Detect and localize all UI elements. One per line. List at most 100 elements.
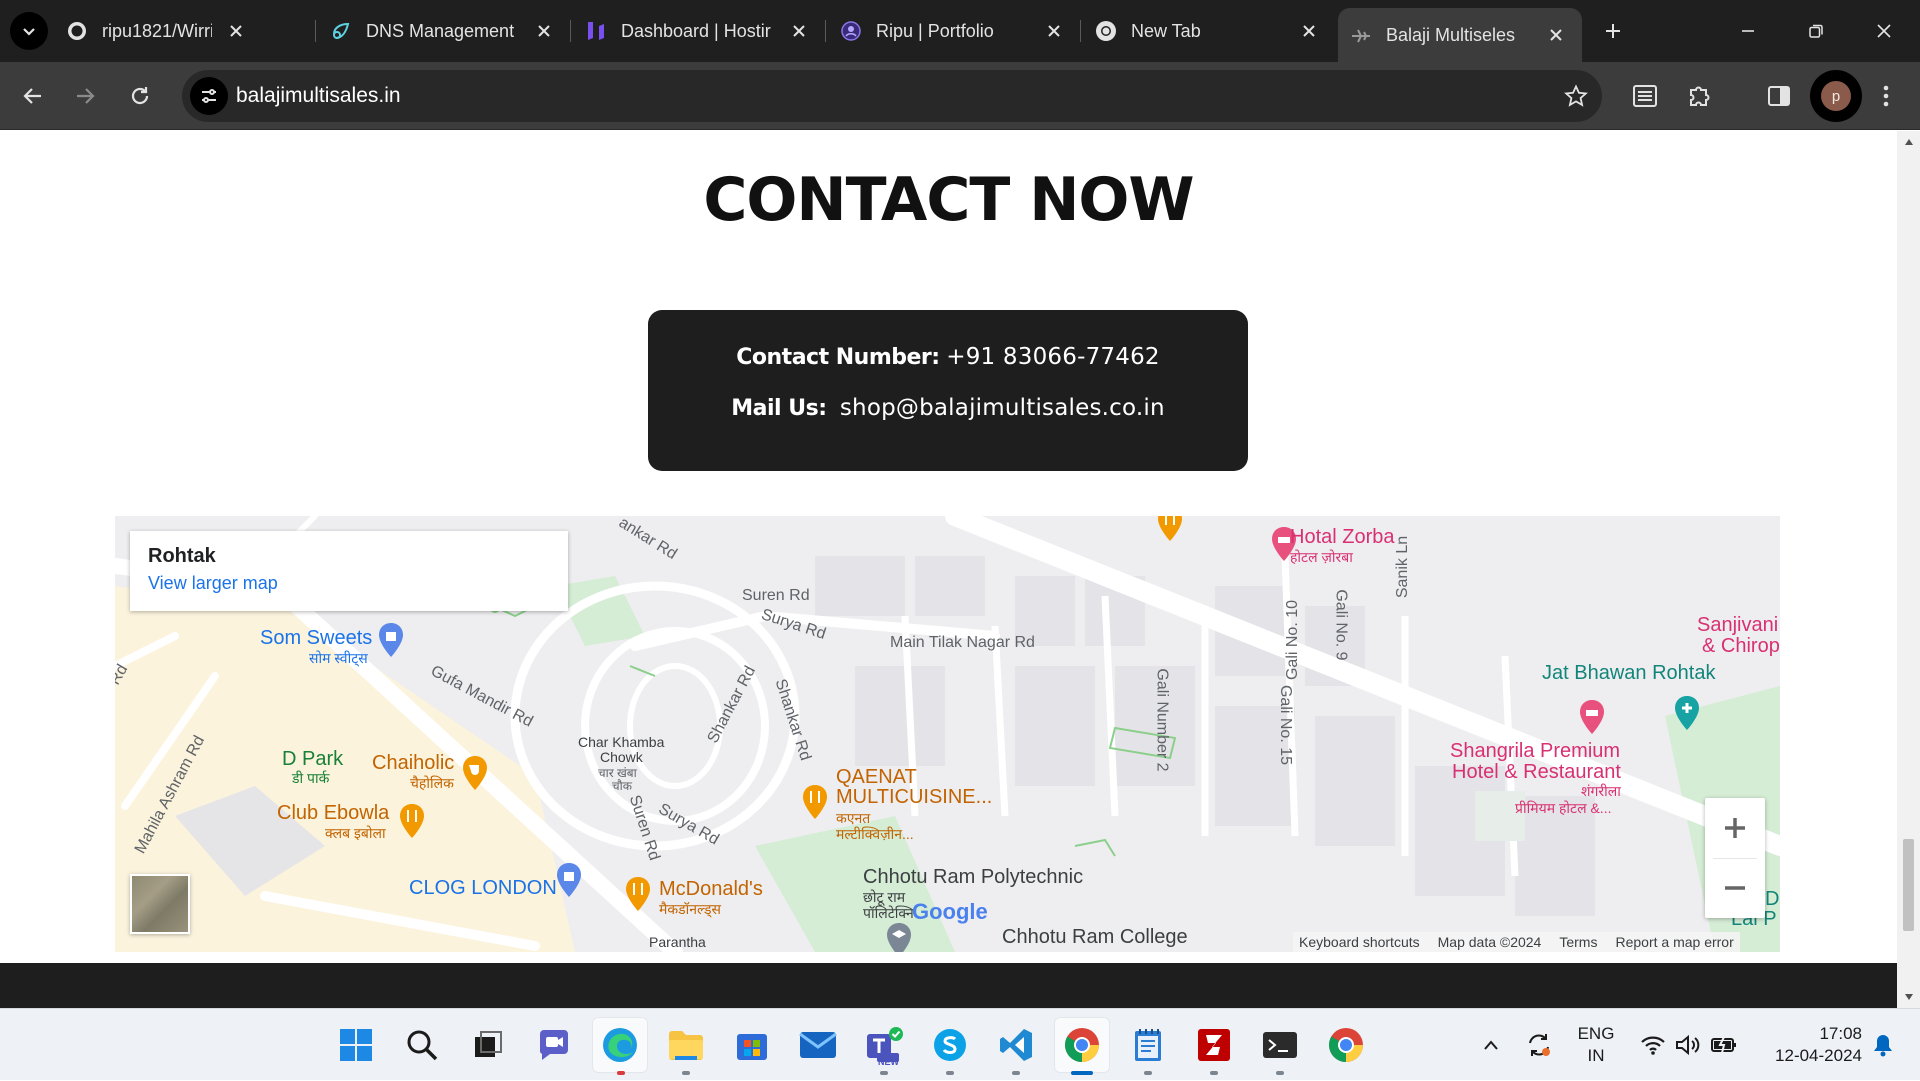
restaurant-pin-icon[interactable]	[624, 876, 652, 912]
filezilla-icon	[1198, 1029, 1230, 1061]
hotel-pin-icon[interactable]	[1578, 699, 1606, 735]
reading-list-button[interactable]	[1624, 75, 1666, 117]
close-icon[interactable]	[1542, 21, 1570, 49]
notepad-app[interactable]	[1120, 1017, 1176, 1073]
shopping-pin-icon[interactable]	[377, 622, 405, 658]
tab-label: Dashboard | Hostir	[621, 20, 771, 41]
close-icon[interactable]	[1295, 17, 1323, 45]
tab-strip: ripu1821/Wirring-S DNS Management Dashbo…	[0, 0, 1920, 62]
profile-button[interactable]: p	[1810, 70, 1862, 122]
tab-balaji-multisales[interactable]: Balaji Multiseles	[1338, 8, 1582, 62]
tab-new-tab[interactable]: New Tab	[1095, 8, 1323, 54]
terminal-app[interactable]	[1252, 1017, 1308, 1073]
restaurant-pin-icon[interactable]	[801, 784, 829, 820]
file-explorer-app[interactable]	[658, 1017, 714, 1073]
keyboard-shortcuts-link[interactable]: Keyboard shortcuts	[1299, 934, 1420, 950]
close-icon[interactable]	[530, 17, 558, 45]
contact-card: Contact Number: +91 83066-77462 Mail Us:…	[648, 310, 1248, 471]
tab-dashboard-hostinger[interactable]: Dashboard | Hostir	[585, 8, 813, 54]
map-poi-label: डी पार्क	[292, 770, 330, 786]
close-icon[interactable]	[1040, 17, 1068, 45]
zoom-out-button[interactable]	[1705, 858, 1765, 918]
browser-toolbar: balajimultisales.in p	[0, 62, 1920, 130]
contact-number-value[interactable]: +91 83066-77462	[946, 344, 1159, 370]
health-pin-icon[interactable]	[1673, 695, 1701, 731]
region-code: IN	[1587, 1046, 1605, 1065]
tab-github[interactable]: ripu1821/Wirring-S	[66, 8, 250, 54]
edge-app[interactable]	[592, 1017, 648, 1073]
battery-tray-button[interactable]	[1706, 1009, 1742, 1081]
map-poi-label: Chhotu Ram College	[1002, 926, 1188, 948]
tab-label: New Tab	[1131, 20, 1201, 41]
google-logo: Google	[912, 899, 988, 925]
map-poi-label: क्लब इबोला	[325, 825, 386, 841]
file-explorer-icon	[669, 1031, 703, 1060]
map-road-label: Suren Rd	[742, 587, 810, 604]
notifications-button[interactable]	[1866, 1009, 1900, 1081]
restore-button[interactable]	[1782, 0, 1850, 62]
edge-icon	[603, 1028, 637, 1062]
store-app[interactable]	[724, 1017, 780, 1073]
page-scrollbar[interactable]	[1897, 131, 1920, 1008]
cafe-pin-icon[interactable]	[461, 755, 489, 791]
scroll-down-arrow-icon[interactable]	[1897, 986, 1920, 1008]
side-panel-button[interactable]	[1758, 75, 1800, 117]
minimize-button[interactable]	[1714, 0, 1782, 62]
teams-app[interactable]: NEW	[856, 1017, 912, 1073]
scrollbar-thumb[interactable]	[1903, 839, 1914, 931]
chevron-up-icon	[1484, 1040, 1498, 1050]
reload-button[interactable]	[119, 75, 161, 117]
zoom-in-button[interactable]	[1705, 798, 1765, 858]
new-tab-button[interactable]	[1596, 14, 1630, 48]
volume-tray-button[interactable]	[1672, 1009, 1704, 1081]
plus-icon	[1606, 24, 1620, 38]
school-pin-icon[interactable]	[885, 922, 913, 952]
close-window-button[interactable]	[1850, 0, 1918, 62]
scroll-up-arrow-icon[interactable]	[1897, 131, 1920, 153]
vscode-app[interactable]	[988, 1017, 1044, 1073]
address-bar[interactable]: balajimultisales.in	[182, 70, 1602, 122]
contact-number-label: Contact Number:	[736, 345, 940, 370]
tab-search-button[interactable]	[10, 12, 48, 50]
mail-value[interactable]: shop@balajimultisales.co.in	[840, 395, 1165, 421]
shopping-pin-icon[interactable]	[555, 862, 583, 898]
close-icon[interactable]	[222, 17, 250, 45]
site-info-button[interactable]	[190, 77, 228, 115]
forward-button[interactable]	[64, 75, 106, 117]
task-view-button[interactable]	[460, 1017, 516, 1073]
extensions-button[interactable]	[1678, 75, 1720, 117]
chrome-icon	[1065, 1028, 1099, 1062]
terms-link[interactable]: Terms	[1559, 934, 1597, 950]
map-place-label: Char Khamba	[578, 734, 665, 750]
page-title: CONTACT NOW	[703, 165, 1194, 235]
skype-app[interactable]	[922, 1017, 978, 1073]
filezilla-app[interactable]	[1186, 1017, 1242, 1073]
tab-portfolio[interactable]: Ripu | Portfolio	[840, 8, 1068, 54]
chrome-app[interactable]	[1054, 1017, 1110, 1073]
chrome-app-2[interactable]	[1318, 1017, 1374, 1073]
start-button[interactable]	[328, 1017, 384, 1073]
satellite-toggle-thumbnail[interactable]	[130, 874, 190, 934]
sync-tray-button[interactable]	[1520, 1009, 1558, 1081]
tab-dns-management[interactable]: DNS Management	[330, 8, 558, 54]
view-larger-map-link[interactable]: View larger map	[148, 573, 278, 594]
google-map-embed[interactable]: Rohtak View larger map ankar Rd Hotal Zo…	[115, 516, 1780, 952]
mail-app[interactable]	[790, 1017, 846, 1073]
map-road-label: Gali Number 2	[1153, 668, 1171, 772]
language-indicator[interactable]: ENG IN	[1572, 1023, 1620, 1067]
back-button[interactable]	[12, 75, 54, 117]
map-poi-label: D Park	[282, 748, 344, 770]
mail-icon	[799, 1032, 837, 1058]
search-button[interactable]	[394, 1017, 450, 1073]
bookmark-star-icon[interactable]	[1562, 82, 1590, 110]
menu-button[interactable]	[1866, 75, 1906, 117]
chat-button[interactable]	[526, 1017, 582, 1073]
restaurant-pin-icon[interactable]	[398, 803, 426, 839]
close-icon[interactable]	[785, 17, 813, 45]
report-map-error-link[interactable]: Report a map error	[1615, 934, 1733, 950]
wifi-tray-button[interactable]	[1636, 1009, 1670, 1081]
restaurant-pin-icon[interactable]	[1156, 516, 1184, 542]
show-hidden-icons-button[interactable]	[1474, 1009, 1508, 1081]
system-clock[interactable]: 17:08 12-04-2024	[1752, 1023, 1862, 1067]
url-text[interactable]: balajimultisales.in	[236, 84, 401, 108]
